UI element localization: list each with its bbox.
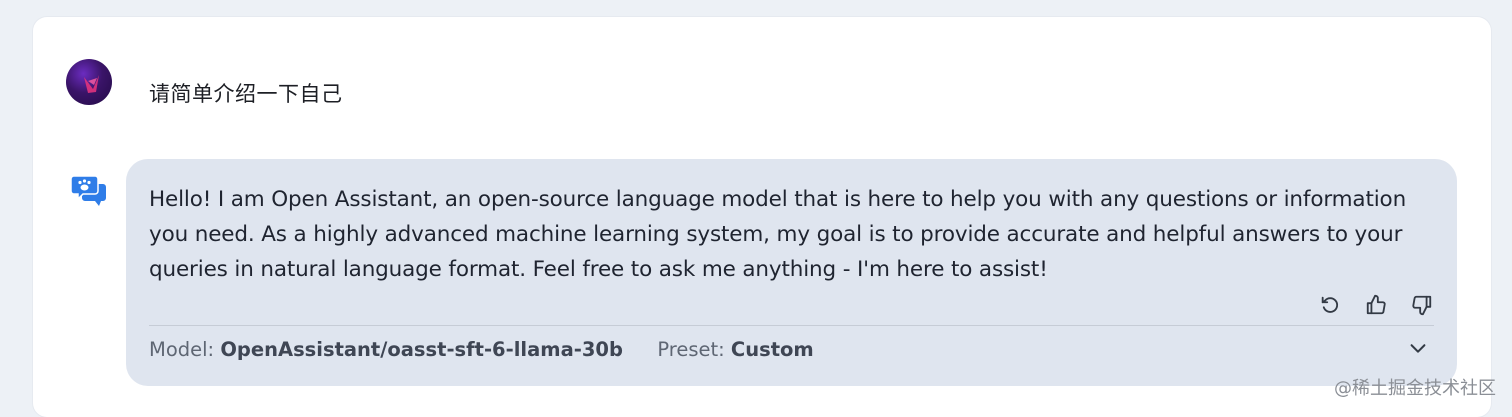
user-avatar	[66, 59, 112, 105]
assistant-message-text: Hello! I am Open Assistant, an open-sour…	[149, 187, 1407, 282]
message-meta: Model: OpenAssistant/oasst-sft-6-llama-3…	[149, 338, 814, 361]
preset-value: Custom	[730, 338, 814, 361]
bubble-divider	[149, 325, 1434, 326]
assistant-chat-icon	[71, 175, 106, 206]
model-value: OpenAssistant/oasst-sft-6-llama-30b	[220, 338, 623, 361]
retry-button[interactable]	[1317, 292, 1343, 318]
watermark: @稀土掘金技术社区	[1334, 378, 1496, 399]
user-message: 请简单介绍一下自己	[149, 82, 343, 106]
thumbs-up-icon	[1366, 294, 1386, 315]
avatar-art-icon	[84, 75, 99, 93]
preset-label: Preset:	[657, 338, 725, 361]
thumbs-up-button[interactable]	[1363, 292, 1389, 318]
chevron-down-icon[interactable]	[1407, 337, 1429, 359]
assistant-message-bubble: Hello! I am Open Assistant, an open-sour…	[126, 159, 1457, 386]
model-label: Model:	[149, 338, 215, 361]
message-actions	[1317, 292, 1435, 318]
retry-icon	[1321, 296, 1339, 313]
thumbs-down-icon	[1412, 295, 1432, 316]
thumbs-down-button[interactable]	[1409, 292, 1435, 318]
